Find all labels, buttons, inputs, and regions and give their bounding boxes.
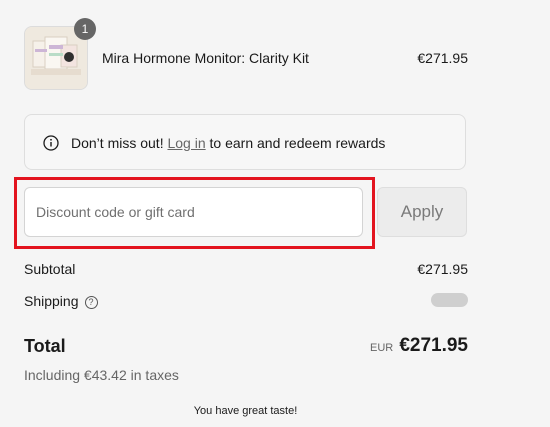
rewards-message: Don’t miss out! Log in to earn and redee… xyxy=(71,135,385,151)
total-currency: EUR xyxy=(370,342,394,354)
product-price: €271.95 xyxy=(417,50,468,66)
total-label: Total xyxy=(24,336,66,356)
apply-button[interactable]: Apply xyxy=(377,187,467,237)
total-amount: €271.95 xyxy=(399,335,468,356)
quantity-badge: 1 xyxy=(74,18,96,40)
help-circle-icon[interactable]: ? xyxy=(84,296,98,309)
rewards-lead: Don’t miss out! xyxy=(71,135,164,151)
login-link[interactable]: Log in xyxy=(167,135,205,151)
discount-code-input[interactable] xyxy=(24,187,363,237)
subtotal-row: Subtotal €271.95 xyxy=(24,261,468,277)
line-item: 1 Mira Hormone Monitor: Clarity Kit €271… xyxy=(24,18,468,90)
info-icon xyxy=(43,135,59,151)
taxes-note: Including €43.42 in taxes xyxy=(24,367,179,383)
shipping-row: Shipping? xyxy=(24,293,468,309)
product-name: Mira Hormone Monitor: Clarity Kit xyxy=(102,50,309,66)
shipping-loading-placeholder xyxy=(431,293,468,307)
shipping-label: Shipping xyxy=(24,293,79,309)
rewards-tail: to earn and redeem rewards xyxy=(209,135,386,151)
subtotal-value: €271.95 xyxy=(417,261,468,277)
subtotal-label: Subtotal xyxy=(24,261,76,277)
rewards-banner: Don’t miss out! Log in to earn and redee… xyxy=(24,114,466,170)
footer-note: You have great taste! xyxy=(193,405,298,417)
